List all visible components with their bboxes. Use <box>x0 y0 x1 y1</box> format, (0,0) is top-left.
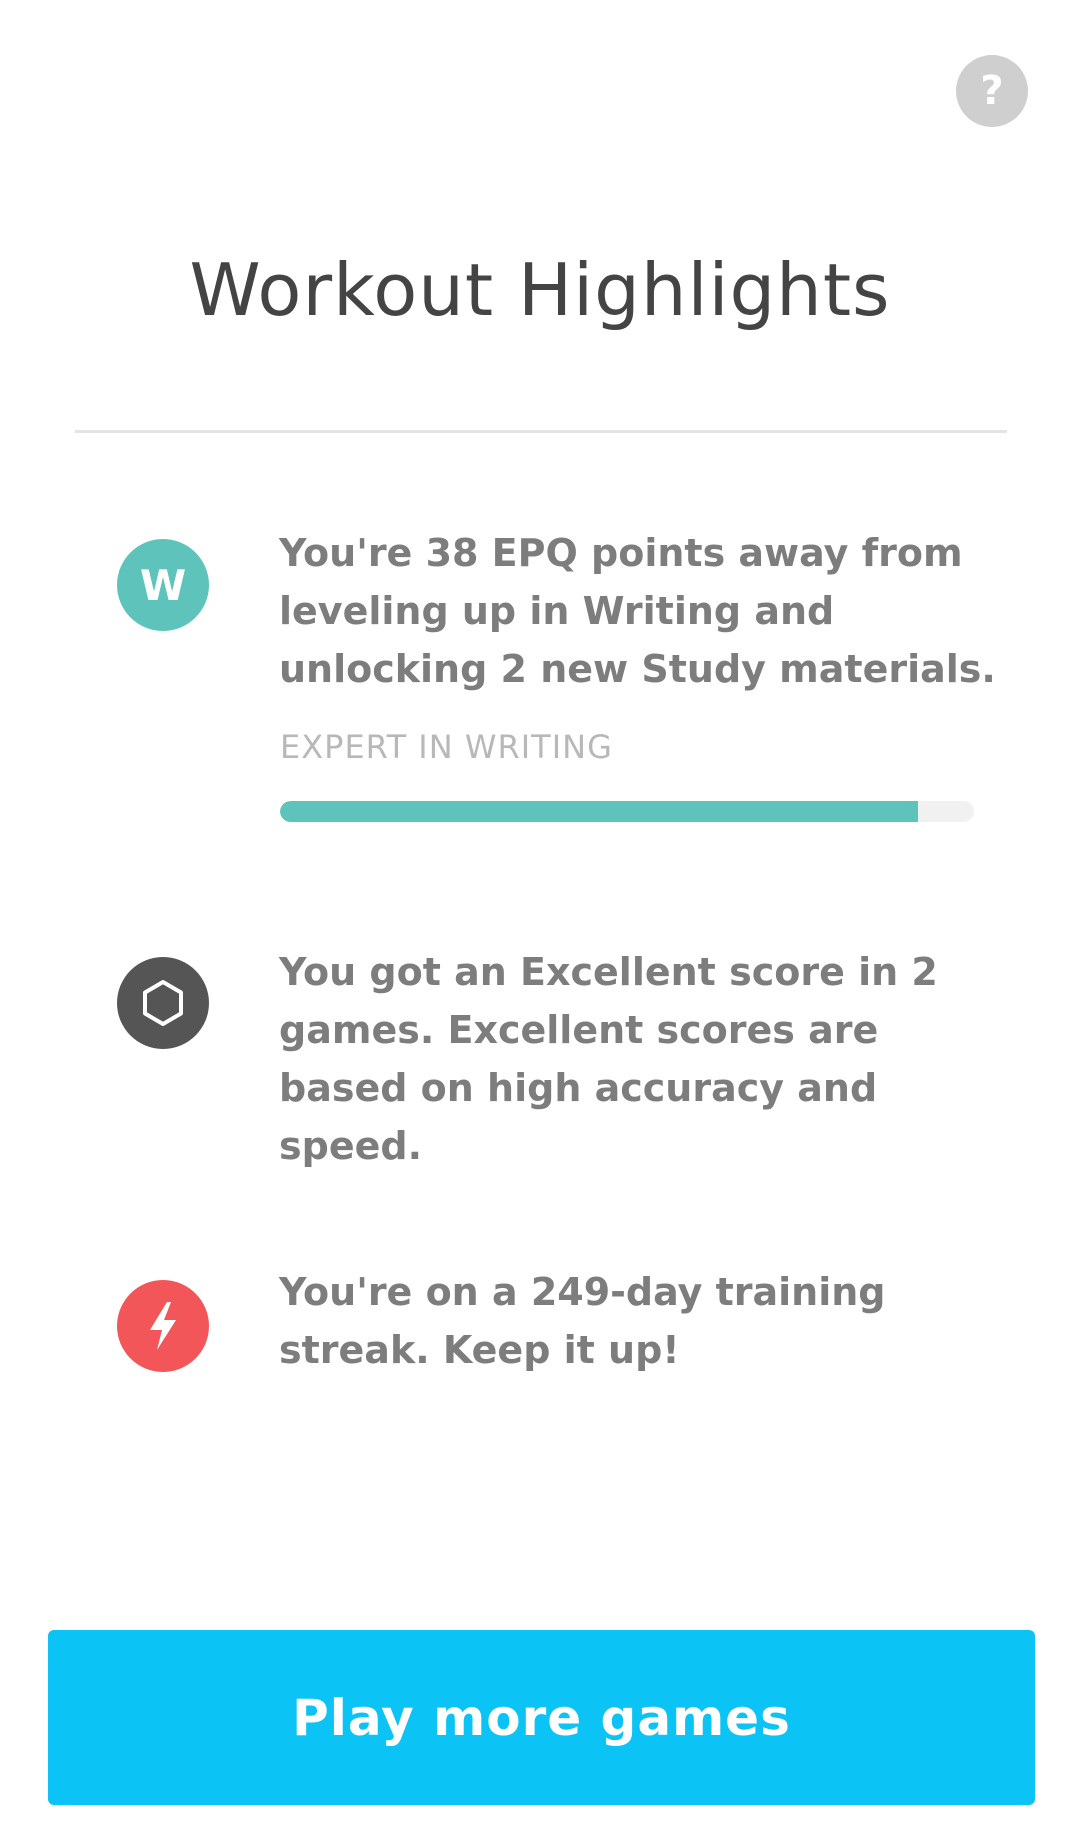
page-title: Workout Highlights <box>189 248 891 332</box>
divider <box>75 430 1007 433</box>
play-more-games-label: Play more games <box>292 1688 791 1747</box>
level-label: EXPERT IN WRITING <box>280 728 613 766</box>
hexagon-icon <box>117 957 209 1049</box>
help-button[interactable]: ? <box>956 55 1028 127</box>
highlight-excellent-text: You got an Excellent score in 2 games. E… <box>279 950 938 1168</box>
writing-badge-icon: W <box>117 539 209 631</box>
level-progress-bar <box>280 801 974 822</box>
question-mark-icon: ? <box>980 68 1004 114</box>
lightning-bolt-icon <box>117 1280 209 1372</box>
highlight-streak-text: You're on a 249-day training streak. Kee… <box>279 1270 886 1372</box>
writing-badge-letter: W <box>139 560 187 610</box>
highlight-writing-text: You're 38 EPQ points away from leveling … <box>279 531 996 691</box>
level-progress-fill <box>280 801 919 822</box>
play-more-games-button[interactable]: Play more games <box>48 1630 1035 1805</box>
